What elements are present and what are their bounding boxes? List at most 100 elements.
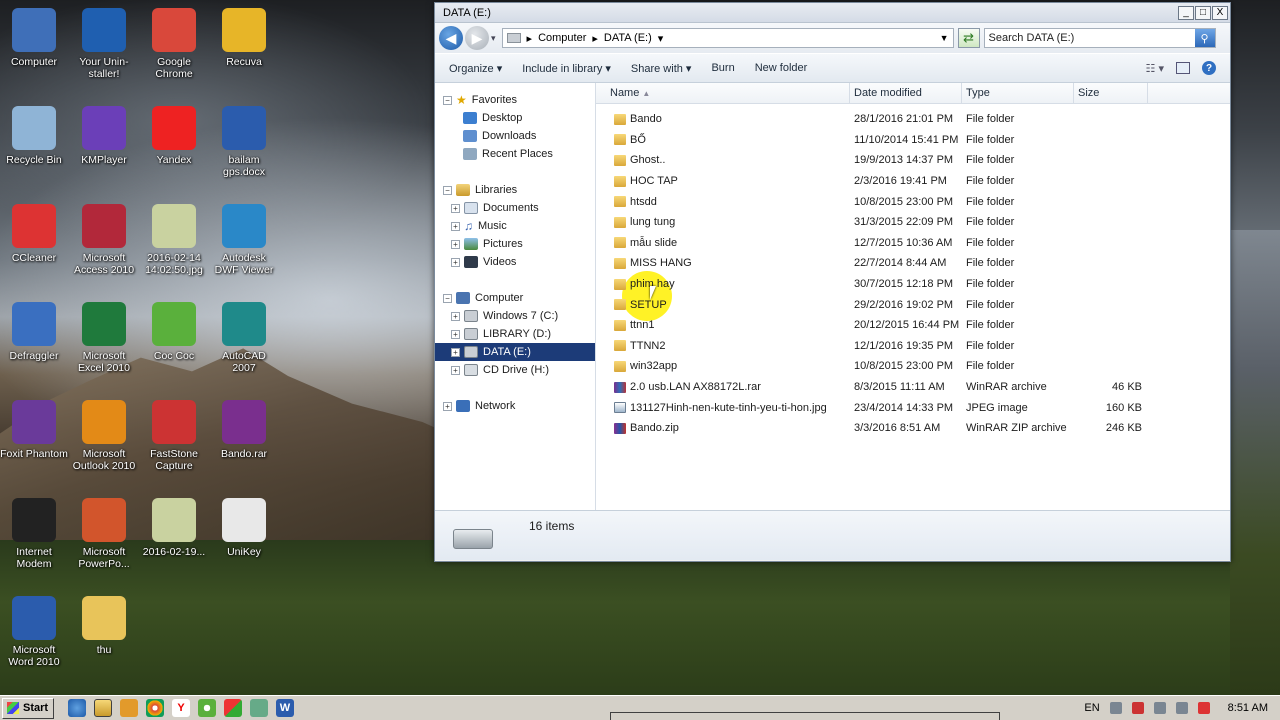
chrome-icon[interactable] (146, 699, 164, 717)
explorer-window[interactable]: DATA (E:) _ □ X ◀ ▶ ▾ ▸ Computer ▸ DATA … (434, 2, 1231, 562)
desktop-icon-yandex[interactable]: Yandex (140, 106, 208, 166)
nav-drive-c[interactable]: + Windows 7 (C:) (435, 307, 595, 325)
nav-drive-d[interactable]: + LIBRARY (D:) (435, 325, 595, 343)
view-options-icon[interactable]: ☷ ▾ (1146, 62, 1164, 75)
nav-computer[interactable]: − Computer (435, 289, 595, 307)
desktop-icon-recuva[interactable]: Recuva (210, 8, 278, 68)
file-row[interactable]: phim hay 30/7/2015 12:18 PM File folder (596, 274, 1230, 295)
expand-icon[interactable]: + (451, 365, 460, 375)
address-dropdown-icon[interactable]: ▼ (940, 33, 949, 43)
preview-pane-icon[interactable] (1176, 62, 1190, 74)
word-icon[interactable]: W (276, 699, 294, 717)
antivirus-icon[interactable] (1131, 702, 1144, 714)
explorer-icon[interactable] (94, 699, 112, 717)
address-bar[interactable]: ▸ Computer ▸ DATA (E:) ▾ ▼ (501, 28, 954, 48)
file-row[interactable]: BỐ 11/10/2014 15:41 PM File folder (596, 130, 1230, 151)
desktop-icon-word-document[interactable]: bailam gps.docx (210, 106, 278, 178)
breadcrumb-arrow-icon[interactable]: ▸ (592, 32, 598, 45)
file-row[interactable]: TTNN2 12/1/2016 19:35 PM File folder (596, 336, 1230, 357)
nav-recent-places[interactable]: Recent Places (435, 145, 595, 163)
unikey-tray-icon[interactable] (1197, 702, 1210, 714)
organize-button[interactable]: Organize ▾ (449, 62, 502, 75)
desktop-icon-kmplayer[interactable]: KMPlayer (70, 106, 138, 166)
desktop-icon-word[interactable]: Microsoft Word 2010 (0, 596, 68, 668)
desktop-icon-dwf-viewer[interactable]: Autodesk DWF Viewer (210, 204, 278, 276)
nav-pictures[interactable]: + Pictures (435, 235, 595, 253)
column-name[interactable]: Name ▲ (596, 82, 850, 104)
recent-pages-icon[interactable]: ▾ (491, 33, 496, 44)
collapse-icon[interactable]: − (443, 185, 452, 195)
expand-icon[interactable]: + (451, 221, 460, 231)
desktop-icon-foxit[interactable]: Foxit Phantom (0, 400, 68, 460)
include-library-button[interactable]: Include in library ▾ (522, 62, 611, 75)
file-row[interactable]: Ghost.. 19/9/2013 14:37 PM File folder (596, 150, 1230, 171)
minimize-button[interactable]: _ (1178, 5, 1194, 20)
desktop-icon-excel[interactable]: Microsoft Excel 2010 (70, 302, 138, 374)
desktop-icon-unikey[interactable]: UniKey (210, 498, 278, 558)
nav-favorites[interactable]: − ★ Favorites (435, 91, 595, 109)
share-with-button[interactable]: Share with ▾ (631, 62, 692, 75)
file-row[interactable]: 2.0 usb.LAN AX88172L.rar 8/3/2015 11:11 A… (596, 377, 1230, 398)
desktop-icon-coccoc[interactable]: Coc Coc (140, 302, 208, 362)
desktop-icon-access[interactable]: Microsoft Access 2010 (70, 204, 138, 276)
column-type[interactable]: Type (962, 82, 1074, 104)
collapse-icon[interactable]: − (443, 293, 452, 303)
collapse-icon[interactable]: − (443, 95, 452, 105)
breadcrumb-computer[interactable]: Computer (538, 32, 586, 44)
tray-arrow-icon[interactable] (1109, 702, 1122, 714)
nav-videos[interactable]: + Videos (435, 253, 595, 271)
desktop-icon-faststone[interactable]: FastStone Capture (140, 400, 208, 472)
title-bar[interactable]: DATA (E:) _ □ X (435, 3, 1230, 23)
file-row[interactable]: lung tung 31/3/2015 22:09 PM File folder (596, 212, 1230, 233)
breadcrumb-data[interactable]: DATA (E:) (604, 32, 652, 44)
close-button[interactable]: X (1212, 5, 1228, 20)
expand-icon[interactable]: + (451, 311, 460, 321)
desktop-icon-uninstaller[interactable]: Your Unin-staller! (70, 8, 138, 80)
nav-drive-e[interactable]: + DATA (E:) (435, 343, 595, 361)
volume-icon[interactable] (1175, 702, 1188, 714)
desktop-icon-modem[interactable]: Internet Modem (0, 498, 68, 570)
file-row[interactable]: win32app 10/8/2015 23:00 PM File folder (596, 356, 1230, 377)
nav-drive-h[interactable]: + CD Drive (H:) (435, 361, 595, 379)
desktop-icon-recycle-bin[interactable]: Recycle Bin (0, 106, 68, 166)
maximize-button[interactable]: □ (1195, 5, 1211, 20)
expand-icon[interactable]: + (451, 329, 460, 339)
file-row[interactable]: 131127Hinh-nen-kute-tinh-yeu-ti-hon.jpg 2… (596, 397, 1230, 418)
refresh-button[interactable]: ⇄ (957, 28, 980, 48)
expand-icon[interactable]: + (443, 401, 452, 411)
nav-network[interactable]: + Network (435, 397, 595, 415)
desktop-icon-rar-file[interactable]: Bando.rar (210, 400, 278, 460)
file-row[interactable]: HOC TAP 2/3/2016 19:41 PM File folder (596, 171, 1230, 192)
search-icon[interactable]: ⚲ (1194, 29, 1215, 47)
faststone-icon[interactable] (224, 699, 242, 717)
file-row[interactable]: mẫu slide 12/7/2015 10:36 AM File folder (596, 233, 1230, 254)
expand-icon[interactable]: + (451, 239, 460, 249)
expand-icon[interactable]: + (451, 257, 460, 267)
coccoc-icon[interactable] (198, 699, 216, 717)
new-folder-button[interactable]: New folder (755, 62, 808, 74)
desktop-icon-folder[interactable]: thu (70, 596, 138, 656)
ie-icon[interactable] (68, 699, 86, 717)
nav-downloads[interactable]: Downloads (435, 127, 595, 145)
burn-button[interactable]: Burn (711, 62, 734, 74)
desktop-icon-image-file[interactable]: 2016-02-19... (140, 498, 208, 558)
desktop-icon-chrome[interactable]: Google Chrome (140, 8, 208, 80)
desktop-icon-outlook[interactable]: Microsoft Outlook 2010 (70, 400, 138, 472)
file-row[interactable]: htsdd 10/8/2015 23:00 PM File folder (596, 191, 1230, 212)
network-tray-icon[interactable] (1153, 702, 1166, 714)
help-icon[interactable]: ? (1202, 61, 1216, 75)
nav-libraries[interactable]: − Libraries (435, 181, 595, 199)
column-date[interactable]: Date modified (850, 82, 962, 104)
desktop-icon-image-file[interactable]: 2016-02-14 14:02:50.jpg (140, 204, 208, 276)
file-row[interactable]: Bando 28/1/2016 21:01 PM File folder (596, 109, 1230, 130)
nav-desktop[interactable]: Desktop (435, 109, 595, 127)
column-size[interactable]: Size (1074, 82, 1148, 104)
yandex-icon[interactable]: Y (172, 699, 190, 717)
breadcrumb-arrow-icon[interactable]: ▸ (527, 32, 533, 45)
desktop-icon-powerpoint[interactable]: Microsoft PowerPo... (70, 498, 138, 570)
desktop-icon-defraggler[interactable]: Defraggler (0, 302, 68, 362)
file-row[interactable]: SETUP 29/2/2016 19:02 PM File folder (596, 294, 1230, 315)
nav-music[interactable]: + ♫ Music (435, 217, 595, 235)
start-button[interactable]: Start (2, 697, 54, 719)
expand-icon[interactable]: + (451, 347, 460, 357)
